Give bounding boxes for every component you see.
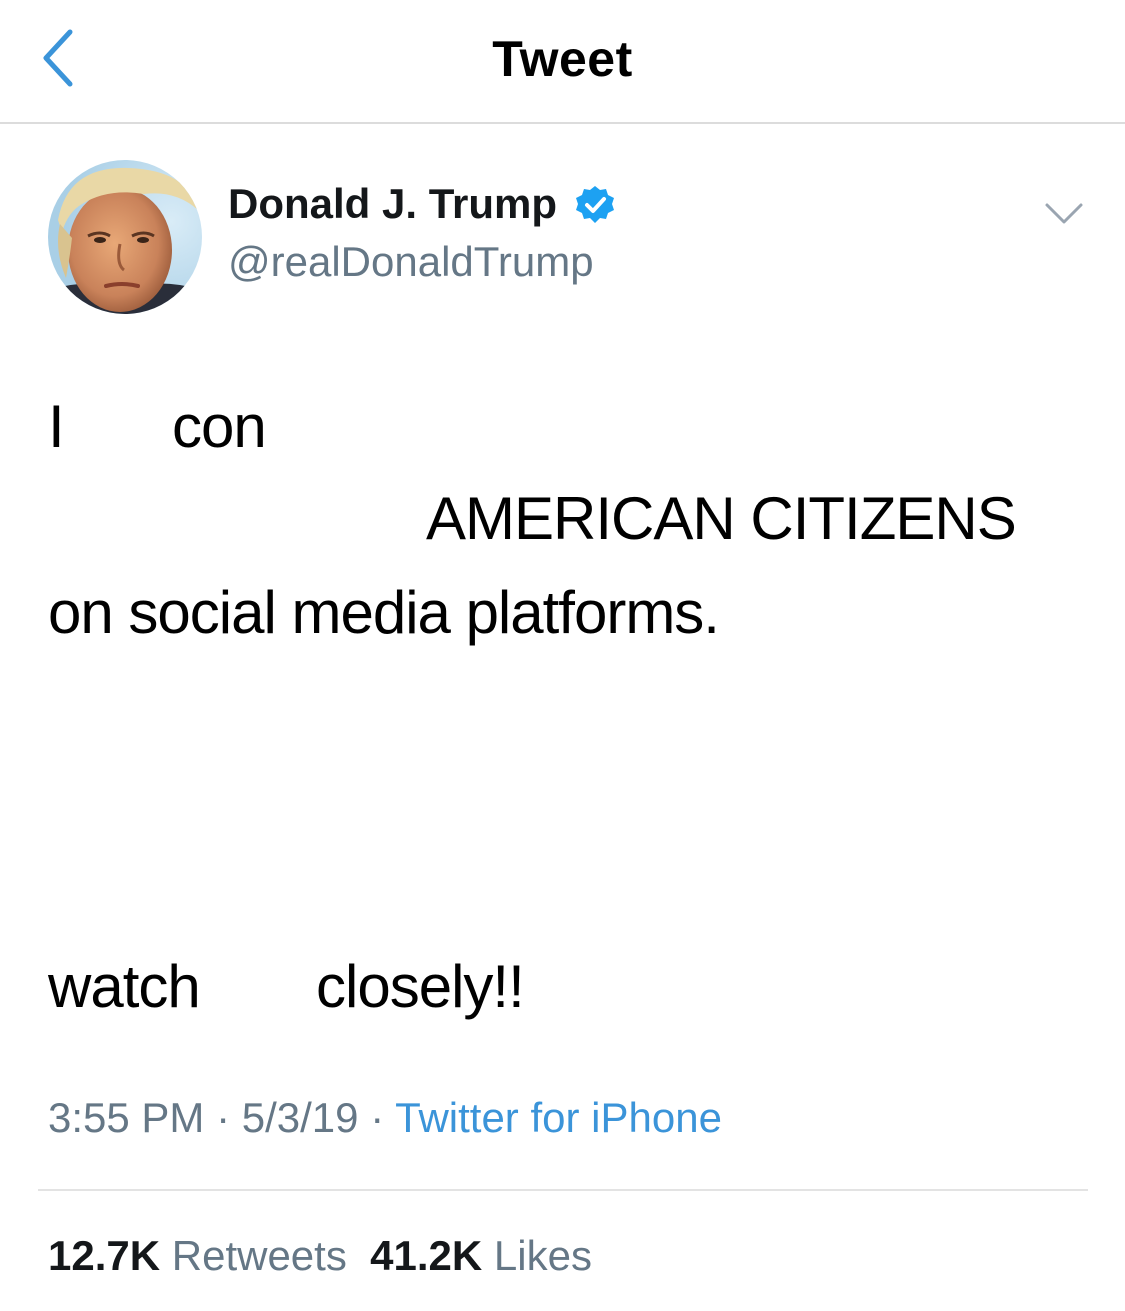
likes-stat[interactable]: 41.2K Likes [370,1232,592,1279]
tweet-line-3: on social media platforms. [48,579,720,646]
tweet-line-1a: I [48,393,65,460]
avatar-image [48,160,202,314]
retweets-stat[interactable]: 12.7K Retweets [48,1232,347,1279]
more-options-button[interactable] [1044,200,1084,228]
tweet-metadata: 3:55 PM · 5/3/19 · Twitter for iPhone [48,1094,722,1142]
tweet-line-4b: closely!! [316,953,525,1020]
verified-badge-icon [576,186,615,223]
avatar[interactable] [48,160,202,314]
retweets-label: Retweets [171,1232,347,1279]
chevron-down-icon [1045,203,1083,224]
author-name-row[interactable]: Donald J. Trump [228,180,615,228]
tweet-stats: 12.7K Retweets 41.2K Likes [48,1232,592,1280]
tweet-source-link[interactable]: Twitter for iPhone [395,1094,722,1141]
tweet-line-1b: con [172,393,267,460]
likes-label: Likes [493,1232,592,1279]
tweet-line-4a: watch [48,953,201,1020]
meta-separator: · [358,1094,396,1141]
author-handle[interactable]: @realDonaldTrump [228,238,594,286]
meta-separator: · [204,1094,242,1141]
author-name[interactable]: Donald J. Trump [228,180,557,228]
tweet-date: 5/3/19 [241,1094,359,1141]
retweets-count: 12.7K [48,1232,161,1279]
divider [38,1189,1088,1191]
page-title: Tweet [492,31,633,87]
likes-count: 41.2K [370,1232,483,1279]
navigation-bar: Tweet [0,0,1125,124]
tweet-line-2: AMERICAN CITIZENS [426,485,1017,552]
tweet-time: 3:55 PM [48,1094,205,1141]
